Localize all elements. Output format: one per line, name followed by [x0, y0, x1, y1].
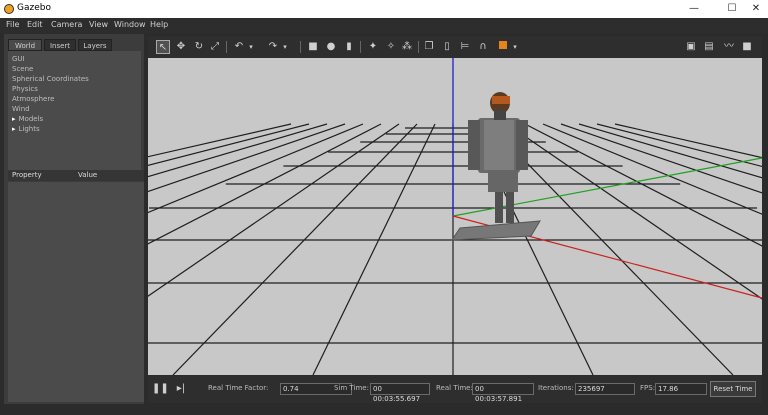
menu-file[interactable]: File [6, 20, 19, 29]
grid-line [172, 123, 418, 375]
grid-line [148, 123, 310, 167]
tree-item-gui[interactable]: GUI [12, 55, 25, 64]
iterations-value: 235697 [575, 383, 635, 395]
screenshot-icon[interactable]: ▣ [684, 40, 698, 54]
minimize-icon[interactable]: — [680, 0, 708, 18]
real-time-value: 00 00:03:57.891 [472, 383, 534, 403]
scene-canvas[interactable] [148, 58, 762, 375]
spot-light-icon[interactable]: ✧ [384, 40, 398, 54]
tree-item-lights-label: Lights [18, 125, 40, 133]
iterations-label: Iterations: [538, 384, 574, 392]
tree-item-atmosphere[interactable]: Atmosphere [12, 95, 54, 104]
time-bar: ❚❚ ▸| Real Time Factor: 0.74 Sim Time: 0… [148, 376, 762, 403]
grid-line [312, 123, 436, 375]
title-bar: Gazebo — ☐ ✕ [0, 0, 768, 18]
point-light-icon[interactable]: ✦ [366, 40, 380, 54]
window-title: Gazebo [17, 3, 51, 13]
toolbar: ↖ ✥ ↻ ⤢ ↶ ▾ ↷ ▾ ■ ● ▮ ✦ ✧ ⁂ ❐ ▯ ⊨ ∩ ▾ ▣ … [148, 36, 762, 58]
undo-dropdown-icon[interactable]: ▾ [244, 40, 258, 54]
menu-camera[interactable]: Camera [51, 20, 82, 29]
tab-insert[interactable]: Insert [44, 39, 76, 51]
fps-value: 17.86 [655, 383, 707, 395]
redo-dropdown-icon[interactable]: ▾ [278, 40, 292, 54]
box-icon[interactable]: ■ [306, 40, 320, 54]
tree-item-physics[interactable]: Physics [12, 85, 38, 94]
view-angle-swatch [499, 41, 507, 49]
toolbar-separator [360, 41, 361, 53]
select-mode-icon[interactable]: ↖ [156, 40, 170, 54]
tree-item-spherical-coordinates[interactable]: Spherical Coordinates [12, 75, 89, 84]
pause-icon[interactable]: ❚❚ [152, 382, 169, 396]
tree-item-scene[interactable]: Scene [12, 65, 33, 74]
property-column-header: Property [12, 171, 42, 179]
paste-icon[interactable]: ▯ [440, 40, 454, 54]
ground-grid [148, 123, 762, 375]
fps-label: FPS: [640, 384, 656, 392]
grid-line [148, 123, 292, 158]
scale-mode-icon[interactable]: ⤢ [208, 40, 222, 54]
tab-layers[interactable]: Layers [78, 39, 112, 51]
grid-line [148, 123, 382, 245]
expand-arrow-icon[interactable]: ▸ [12, 115, 16, 123]
copy-icon[interactable]: ❐ [422, 40, 436, 54]
world-tree[interactable]: GUI Scene Spherical Coordinates Physics … [8, 51, 141, 173]
tree-item-wind[interactable]: Wind [12, 105, 30, 114]
toolbar-separator [226, 41, 227, 53]
sim-time-label: Sim Time: [334, 384, 369, 392]
real-time-label: Real Time: [436, 384, 473, 392]
expand-arrow-icon[interactable]: ▸ [12, 125, 16, 133]
toolbar-separator [300, 41, 301, 53]
value-column-header: Value [78, 171, 98, 179]
rtf-label: Real Time Factor: [208, 384, 269, 392]
translate-mode-icon[interactable]: ✥ [174, 40, 188, 54]
plot-icon[interactable]: 〰 [722, 40, 736, 54]
sphere-icon[interactable]: ● [324, 40, 338, 54]
menu-window[interactable]: Window [114, 20, 146, 29]
tab-world[interactable]: World [8, 39, 42, 51]
grid-line [596, 123, 762, 168]
toolbar-separator [418, 41, 419, 53]
3d-viewport[interactable] [148, 58, 762, 375]
close-icon[interactable]: ✕ [742, 0, 768, 18]
tree-item-models-label: Models [18, 115, 44, 123]
menu-help[interactable]: Help [150, 20, 168, 29]
grid-line [524, 123, 762, 247]
gazebo-app-icon [4, 4, 14, 14]
snap-icon[interactable]: ∩ [476, 40, 490, 54]
step-icon[interactable]: ▸| [174, 382, 188, 396]
view-angle-dropdown-icon[interactable]: ▾ [508, 40, 522, 54]
grid-line [148, 123, 346, 193]
left-panel: World Insert Layers GUI Scene Spherical … [4, 34, 144, 404]
menu-view[interactable]: View [89, 20, 108, 29]
log-icon[interactable]: ▤ [702, 40, 716, 54]
grid-line [148, 123, 400, 297]
directional-light-icon[interactable]: ⁂ [400, 40, 414, 54]
cylinder-icon[interactable]: ▮ [342, 40, 356, 54]
align-icon[interactable]: ⊨ [458, 40, 472, 54]
tree-item-lights[interactable]: ▸ Lights [12, 125, 40, 134]
rotate-mode-icon[interactable]: ↻ [192, 40, 206, 54]
menu-bar: File Edit Camera View Window Help [0, 18, 768, 33]
grid-line [148, 123, 328, 178]
grid-line [560, 123, 762, 194]
sim-time-value: 00 00:03:55.697 [370, 383, 430, 403]
grid-line [542, 123, 762, 215]
tree-item-models[interactable]: ▸ Models [12, 115, 43, 124]
property-table-header: Property Value [8, 170, 144, 181]
reset-time-button[interactable]: Reset Time [710, 381, 756, 397]
menu-edit[interactable]: Edit [27, 20, 43, 29]
property-table [8, 182, 144, 402]
record-icon[interactable]: ■ [740, 40, 754, 54]
